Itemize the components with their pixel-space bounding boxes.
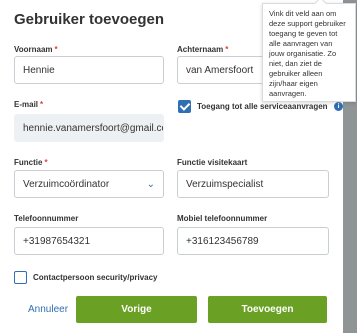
mobiel-value: +316123456789 [186, 235, 259, 247]
achternaam-value: van Amersfoort [186, 64, 254, 76]
contactpersoon-label: Contactpersoon security/privacy [33, 273, 158, 282]
page: Gebruiker toevoegen ⌄ Voornaam* Hennie A… [0, 0, 357, 333]
telefoon-input[interactable]: +31987654321 [14, 227, 164, 255]
functie-select[interactable]: Verzuimcoördinator ⌄ [14, 170, 164, 198]
toegang-label: Toegang tot alle serviceaanvragen [197, 102, 328, 111]
modal-title: Gebruiker toevoegen [14, 11, 165, 28]
toegang-checkbox[interactable] [178, 100, 191, 113]
email-value: hennie.vanamersfoort@gmail.com [23, 122, 164, 134]
mobiel-label: Mobiel telefoonnummer [177, 214, 268, 223]
add-button[interactable]: Toevoegen [208, 296, 327, 323]
tooltip-text: Vink dit veld aan om deze support gebrui… [269, 9, 346, 98]
telefoon-label: Telefoonnummer [14, 214, 79, 223]
functie-visitekaart-input[interactable]: Verzuimspecialist [177, 170, 329, 198]
access-tooltip: Vink dit veld aan om deze support gebrui… [262, 3, 356, 102]
contactpersoon-checkbox[interactable] [14, 271, 27, 284]
info-icon[interactable]: i [334, 102, 343, 111]
achternaam-label: Achternaam * [177, 45, 229, 54]
functie-visitekaart-label: Functie visitekaart [177, 158, 248, 167]
voornaam-label: Voornaam * [14, 45, 58, 54]
previous-button[interactable]: Vorige [76, 296, 197, 323]
mobiel-input[interactable]: +316123456789 [177, 227, 329, 255]
voornaam-value: Hennie [23, 64, 55, 76]
chevron-down-icon: ⌄ [146, 179, 155, 190]
cancel-button[interactable]: Annuleer [28, 304, 68, 315]
telefoon-value: +31987654321 [23, 235, 91, 247]
voornaam-input[interactable]: Hennie [14, 56, 164, 84]
email-label: E-mail * [14, 100, 44, 109]
functie-label: Functie * [14, 158, 48, 167]
functie-value: Verzuimcoördinator [23, 178, 110, 190]
functie-visitekaart-value: Verzuimspecialist [186, 178, 264, 190]
email-field[interactable]: hennie.vanamersfoort@gmail.com [14, 114, 164, 142]
